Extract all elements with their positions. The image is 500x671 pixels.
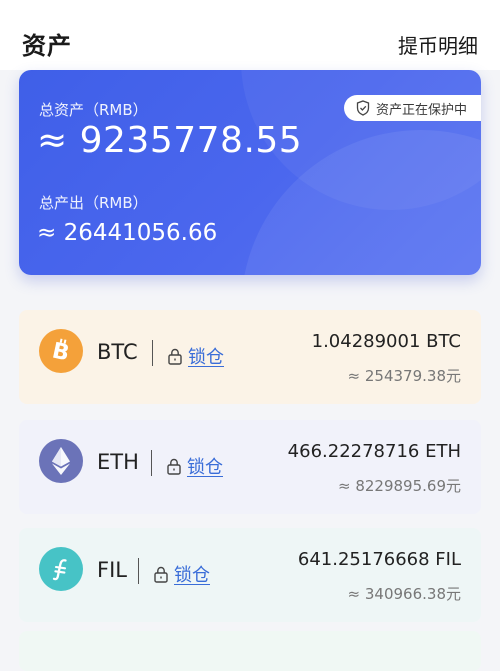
lock-position-link[interactable]: 锁仓 (166, 453, 223, 479)
asset-protection-badge[interactable]: 资产正在保护中 (343, 95, 481, 121)
total-assets-value: ≈ 9235778.55 (37, 120, 303, 161)
lock-icon (167, 458, 181, 475)
lock-label: 锁仓 (174, 565, 210, 586)
divider (138, 558, 139, 584)
shield-check-icon (356, 100, 370, 116)
bitcoin-icon: B (39, 329, 83, 373)
lock-label: 锁仓 (187, 457, 223, 478)
lock-label: 锁仓 (188, 347, 224, 368)
coin-fiat-value: ≈ 340966.38元 (347, 585, 461, 603)
total-output-value: ≈ 26441056.66 (37, 220, 218, 246)
lock-icon (168, 348, 182, 365)
protection-badge-label: 资产正在保护中 (375, 102, 467, 118)
coin-amount: 1.04289001 BTC (311, 331, 461, 352)
coin-amount: 466.22278716 ETH (287, 441, 461, 462)
coin-row-partial[interactable] (19, 631, 481, 671)
withdrawal-details-link[interactable]: 提币明细 (398, 30, 478, 59)
lock-icon (154, 566, 168, 583)
coin-fiat-value: ≈ 8229895.69元 (338, 477, 461, 495)
top-bar: 资产 提币明细 (0, 0, 500, 70)
total-assets-label: 总资产（RMB） (39, 101, 148, 119)
coin-amount: 641.25176668 FIL (297, 549, 461, 570)
asset-summary-card: 资产正在保护中 总资产（RMB） ≈ 9235778.55 总产出（RMB） ≈… (19, 70, 481, 275)
lock-position-link[interactable]: 锁仓 (153, 561, 210, 587)
coin-row-btc[interactable]: B BTC 锁仓 1.04289001 BTC ≈ 254379.38元 (19, 310, 481, 404)
lock-position-link[interactable]: 锁仓 (167, 343, 224, 369)
coin-symbol: BTC (97, 340, 138, 364)
coin-symbol: FIL (97, 558, 127, 582)
divider (151, 450, 152, 476)
filecoin-icon (39, 547, 83, 591)
page-title: 资产 (22, 32, 72, 60)
coin-row-fil[interactable]: FIL 锁仓 641.25176668 FIL ≈ 340966.38元 (19, 528, 481, 622)
ethereum-icon (39, 439, 83, 483)
total-output-label: 总产出（RMB） (39, 194, 148, 212)
divider (152, 340, 153, 366)
coin-row-eth[interactable]: ETH 锁仓 466.22278716 ETH ≈ 8229895.69元 (19, 420, 481, 514)
coin-symbol: ETH (97, 450, 139, 474)
coin-fiat-value: ≈ 254379.38元 (347, 367, 461, 385)
